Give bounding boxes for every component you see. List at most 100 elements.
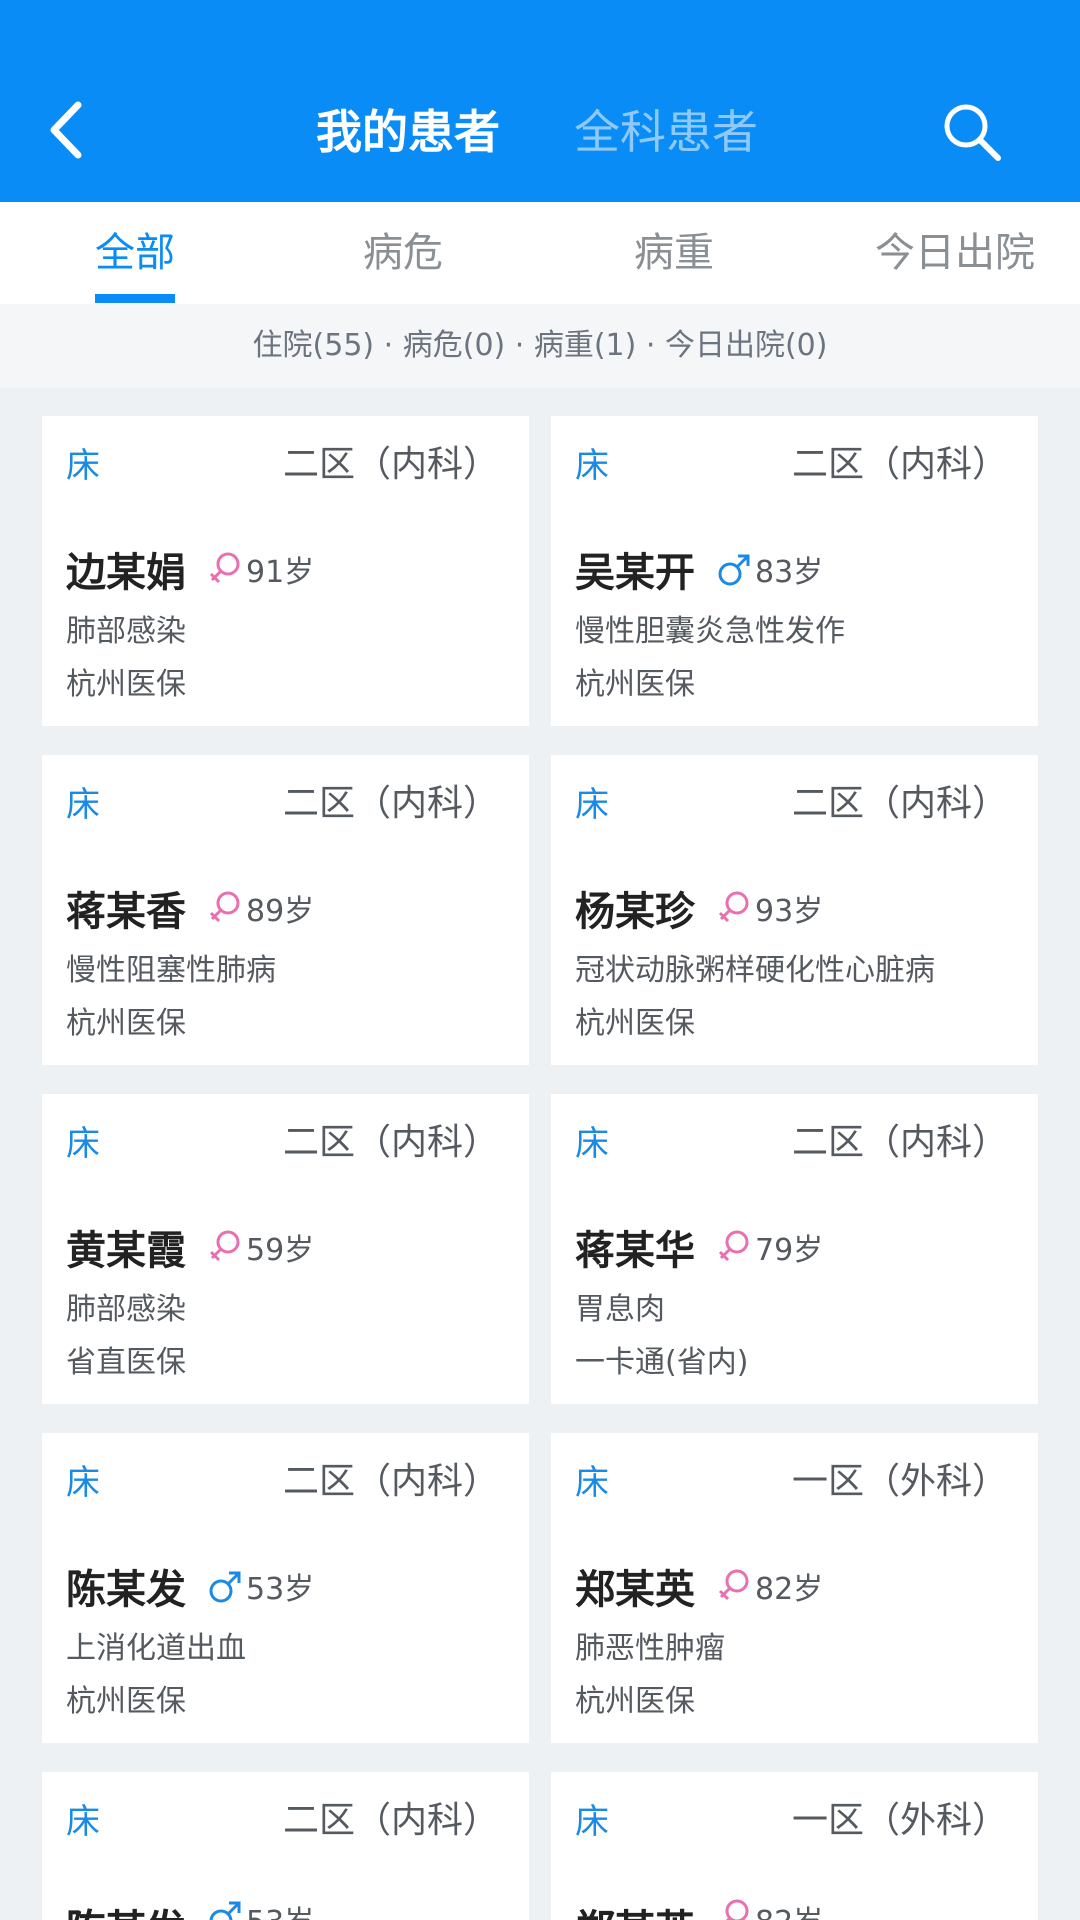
bed-label: 床 bbox=[575, 1802, 609, 1842]
bed-label: 床 bbox=[575, 1124, 609, 1164]
male-icon bbox=[717, 550, 751, 588]
ward-label: 一区（外科） bbox=[791, 1461, 1008, 1502]
bed-label: 床 bbox=[575, 446, 609, 486]
patient-name: 陈某发 bbox=[66, 1897, 186, 1920]
bed-label: 床 bbox=[575, 785, 609, 825]
patient-name: 黄某霞 bbox=[66, 1228, 186, 1274]
patient-name-row: 吴某开 83岁 bbox=[575, 541, 823, 597]
ward-label: 二区（内科） bbox=[791, 783, 1008, 824]
female-icon bbox=[208, 550, 242, 588]
bed-label: 床 bbox=[66, 1124, 100, 1164]
patient-age: 53岁 bbox=[246, 1897, 314, 1920]
insurance-type: 杭州医保 bbox=[575, 1006, 695, 1041]
patient-card[interactable]: 床 二区（内科） 黄某霞 59岁 肺部感染 省直医保 bbox=[42, 1094, 529, 1404]
diagnosis: 慢性胆囊炎急性发作 bbox=[575, 614, 845, 649]
patient-card[interactable]: 床 一区（外科） 郑某英 82岁 肺恶性肿瘤 杭州医保 bbox=[551, 1433, 1038, 1743]
female-icon bbox=[717, 1567, 751, 1605]
tab-all[interactable]: 全部 bbox=[55, 202, 215, 304]
active-tab-indicator bbox=[95, 294, 175, 303]
ward-label: 二区（内科） bbox=[791, 1122, 1008, 1163]
patient-name-row: 蒋某华 79岁 bbox=[575, 1219, 823, 1275]
patient-count-summary: 住院(55) · 病危(0) · 病重(1) · 今日出院(0) bbox=[0, 304, 1080, 388]
tab-all-department-patients[interactable]: 全科患者 bbox=[574, 100, 758, 164]
patient-name: 蒋某华 bbox=[575, 1228, 695, 1274]
patient-card[interactable]: 床 二区（内科） 陈某发 53岁 bbox=[42, 1772, 529, 1920]
female-icon bbox=[208, 889, 242, 927]
female-icon bbox=[717, 1228, 751, 1266]
patient-name: 吴某开 bbox=[575, 550, 695, 596]
patient-name-row: 黄某霞 59岁 bbox=[66, 1219, 314, 1275]
back-button[interactable] bbox=[40, 95, 100, 165]
ward-label: 二区（内科） bbox=[282, 1122, 499, 1163]
patient-name-row: 陈某发 53岁 bbox=[66, 1897, 314, 1920]
insurance-type: 杭州医保 bbox=[575, 1684, 695, 1719]
patient-name: 边某娟 bbox=[66, 550, 186, 596]
patient-age: 89岁 bbox=[246, 894, 315, 929]
patient-age: 53岁 bbox=[246, 1572, 315, 1607]
patient-age: 79岁 bbox=[755, 1233, 824, 1268]
diagnosis: 肺部感染 bbox=[66, 1292, 186, 1327]
bed-label: 床 bbox=[66, 1463, 100, 1503]
insurance-type: 省直医保 bbox=[66, 1345, 186, 1380]
patient-name-row: 杨某珍 93岁 bbox=[575, 880, 823, 936]
female-icon bbox=[717, 1897, 751, 1920]
patient-name-row: 陈某发 53岁 bbox=[66, 1558, 314, 1614]
diagnosis: 上消化道出血 bbox=[66, 1631, 246, 1666]
patient-age: 82岁 bbox=[755, 1897, 823, 1920]
diagnosis: 冠状动脉粥样硬化性心脏病 bbox=[575, 953, 935, 988]
ward-label: 二区（内科） bbox=[282, 444, 499, 485]
diagnosis: 肺部感染 bbox=[66, 614, 186, 649]
patient-card[interactable]: 床 一区（外科） 郑某英 82岁 bbox=[551, 1772, 1038, 1920]
bed-label: 床 bbox=[575, 1463, 609, 1503]
patient-age: 93岁 bbox=[755, 894, 824, 929]
male-icon bbox=[208, 1567, 242, 1605]
patient-age: 59岁 bbox=[246, 1233, 315, 1268]
tab-serious[interactable]: 病重 bbox=[594, 202, 754, 304]
chevron-left-icon bbox=[50, 101, 82, 159]
patient-card[interactable]: 床 二区（内科） 杨某珍 93岁 冠状动脉粥样硬化性心脏病 杭州医保 bbox=[551, 755, 1038, 1065]
female-icon bbox=[717, 889, 751, 927]
ward-label: 二区（内科） bbox=[282, 1800, 499, 1841]
search-button[interactable] bbox=[940, 100, 1004, 164]
patient-card[interactable]: 床 二区（内科） 边某娟 91岁 肺部感染 杭州医保 bbox=[42, 416, 529, 726]
insurance-type: 杭州医保 bbox=[66, 667, 186, 702]
bed-label: 床 bbox=[66, 446, 100, 486]
patient-card[interactable]: 床 二区（内科） 陈某发 53岁 上消化道出血 杭州医保 bbox=[42, 1433, 529, 1743]
diagnosis: 慢性阻塞性肺病 bbox=[66, 953, 276, 988]
app-bar: 我的患者 全科患者 bbox=[0, 0, 1080, 202]
bed-label: 床 bbox=[66, 785, 100, 825]
bed-label: 床 bbox=[66, 1802, 100, 1842]
patient-name-row: 边某娟 91岁 bbox=[66, 541, 314, 597]
diagnosis: 胃息肉 bbox=[575, 1292, 665, 1327]
insurance-type: 一卡通(省内) bbox=[575, 1345, 749, 1380]
tab-my-patients[interactable]: 我的患者 bbox=[316, 100, 500, 164]
ward-label: 一区（外科） bbox=[791, 1800, 1008, 1841]
patient-name: 郑某英 bbox=[575, 1897, 695, 1920]
diagnosis: 肺恶性肿瘤 bbox=[575, 1631, 725, 1666]
patient-name-row: 郑某英 82岁 bbox=[575, 1897, 823, 1920]
patient-card[interactable]: 床 二区（内科） 吴某开 83岁 慢性胆囊炎急性发作 杭州医保 bbox=[551, 416, 1038, 726]
female-icon bbox=[208, 1228, 242, 1266]
ward-label: 二区（内科） bbox=[282, 1461, 499, 1502]
insurance-type: 杭州医保 bbox=[66, 1684, 186, 1719]
ward-label: 二区（内科） bbox=[791, 444, 1008, 485]
male-icon bbox=[208, 1897, 242, 1920]
filter-tabs: 全部 病危 病重 今日出院 bbox=[0, 202, 1080, 304]
search-icon bbox=[944, 104, 1001, 161]
insurance-type: 杭州医保 bbox=[575, 667, 695, 702]
patient-age: 91岁 bbox=[246, 555, 315, 590]
patient-name: 陈某发 bbox=[66, 1567, 186, 1613]
patient-name: 郑某英 bbox=[575, 1567, 695, 1613]
ward-label: 二区（内科） bbox=[282, 783, 499, 824]
patient-name-row: 郑某英 82岁 bbox=[575, 1558, 823, 1614]
patient-age: 83岁 bbox=[755, 555, 824, 590]
patient-name: 杨某珍 bbox=[575, 889, 695, 935]
patient-name-row: 蒋某香 89岁 bbox=[66, 880, 314, 936]
insurance-type: 杭州医保 bbox=[66, 1006, 186, 1041]
patient-name: 蒋某香 bbox=[66, 889, 186, 935]
tab-critical[interactable]: 病危 bbox=[323, 202, 483, 304]
patient-age: 82岁 bbox=[755, 1572, 824, 1607]
tab-discharged-today[interactable]: 今日出院 bbox=[850, 202, 1060, 304]
patient-card[interactable]: 床 二区（内科） 蒋某华 79岁 胃息肉 一卡通(省内) bbox=[551, 1094, 1038, 1404]
patient-card[interactable]: 床 二区（内科） 蒋某香 89岁 慢性阻塞性肺病 杭州医保 bbox=[42, 755, 529, 1065]
